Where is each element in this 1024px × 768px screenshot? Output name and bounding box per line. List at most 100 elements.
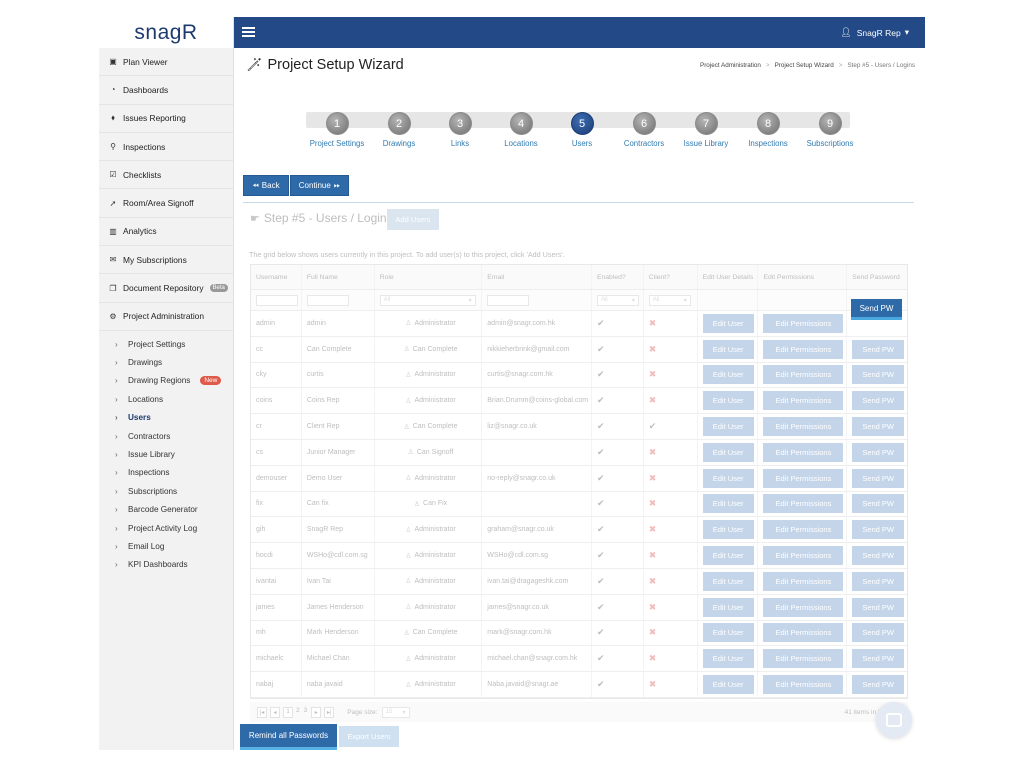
page-number[interactable]: 1 <box>283 706 293 718</box>
page-number[interactable]: 2 <box>296 707 300 718</box>
snagr-logo[interactable]: snagR <box>99 17 233 48</box>
user-menu-dropdown[interactable]: 👤︎ SnagR Rep ▾ <box>840 27 909 38</box>
edit-user-button[interactable]: Edit User <box>702 339 754 359</box>
page-number[interactable]: 3 <box>304 707 308 718</box>
edit-permissions-button[interactable]: Edit Permissions <box>763 417 844 437</box>
column-header[interactable]: Enabled? <box>592 265 644 289</box>
wizard-step-contractors[interactable]: 6 Contractors <box>609 112 679 148</box>
edit-user-button[interactable]: Edit User <box>702 623 754 643</box>
edit-permissions-button[interactable]: Edit Permissions <box>763 365 844 385</box>
remind-all-passwords-button[interactable]: Remind all Passwords <box>240 724 337 750</box>
edit-permissions-button[interactable]: Edit Permissions <box>763 546 844 566</box>
sidebar-subitem-contractors[interactable]: › Contractors <box>99 427 233 445</box>
sidebar-subitem-issue-library[interactable]: › Issue Library <box>99 445 233 463</box>
edit-user-button[interactable]: Edit User <box>702 675 754 695</box>
edit-permissions-button[interactable]: Edit Permissions <box>763 520 844 540</box>
send-pw-button[interactable]: Send PW <box>852 546 905 566</box>
edit-user-button[interactable]: Edit User <box>702 649 754 669</box>
edit-permissions-button[interactable]: Edit Permissions <box>763 623 844 643</box>
send-pw-button[interactable]: Send PW <box>852 675 905 695</box>
edit-user-button[interactable]: Edit User <box>702 442 754 462</box>
chat-launcher-icon[interactable] <box>876 702 912 738</box>
send-pw-button[interactable]: Send PW <box>852 649 905 669</box>
wizard-step-users[interactable]: 5 Users <box>547 112 617 148</box>
sidebar-item-plan-viewer[interactable]: ▣ Plan Viewer <box>99 48 233 77</box>
column-header[interactable]: Username <box>251 265 302 289</box>
export-users-button[interactable]: Export Users <box>339 726 399 747</box>
next-page-icon[interactable]: ▸ <box>311 706 322 718</box>
edit-user-button[interactable]: Edit User <box>702 597 754 617</box>
page-size-select[interactable]: 15 ▾ <box>381 706 410 718</box>
sidebar-subitem-kpi-dashboards[interactable]: › KPI Dashboards <box>99 556 233 574</box>
edit-permissions-button[interactable]: Edit Permissions <box>763 442 844 462</box>
sidebar-subitem-drawings[interactable]: › Drawings <box>99 353 233 371</box>
continue-button[interactable]: Continue ⏩︎ <box>290 175 349 196</box>
sidebar-item-my-subscriptions[interactable]: ✉ My Subscriptions <box>99 246 233 275</box>
edit-permissions-button[interactable]: Edit Permissions <box>763 571 844 591</box>
add-users-button[interactable]: Add Users <box>387 209 439 230</box>
sidebar-item-document-repository[interactable]: ❐ Document Repository Beta <box>99 274 233 303</box>
edit-user-button[interactable]: Edit User <box>702 313 754 333</box>
send-pw-button[interactable]: Send PW <box>852 442 905 462</box>
edit-user-button[interactable]: Edit User <box>702 391 754 411</box>
sidebar-subitem-email-log[interactable]: › Email Log <box>99 537 233 555</box>
column-header[interactable]: Full Name <box>302 265 375 289</box>
sidebar-subitem-users[interactable]: › Users <box>99 409 233 427</box>
wizard-step-subscriptions[interactable]: 9 Subscriptions <box>795 112 865 148</box>
edit-user-button[interactable]: Edit User <box>702 417 754 437</box>
prev-page-icon[interactable]: ◂ <box>270 706 280 718</box>
filter-input[interactable] <box>487 294 530 306</box>
sidebar-item-room-area-signoff[interactable]: ➚ Room/Area Signoff <box>99 189 233 218</box>
edit-permissions-button[interactable]: Edit Permissions <box>763 339 844 359</box>
edit-permissions-button[interactable]: Edit Permissions <box>763 649 844 669</box>
send-pw-button[interactable]: Send PW <box>852 597 905 617</box>
sidebar-subitem-barcode-generator[interactable]: › Barcode Generator <box>99 500 233 518</box>
edit-user-button[interactable]: Edit User <box>702 468 754 488</box>
wizard-step-inspections[interactable]: 8 Inspections <box>733 112 803 148</box>
wizard-step-project-settings[interactable]: 1 Project Settings <box>302 112 372 148</box>
sidebar-item-inspections[interactable]: ⚲ Inspections <box>99 133 233 162</box>
send-pw-button[interactable]: Send PW <box>852 494 905 514</box>
send-pw-button-active[interactable]: Send PW <box>851 299 902 320</box>
edit-permissions-button[interactable]: Edit Permissions <box>763 468 844 488</box>
wizard-step-links[interactable]: 3 Links <box>425 112 495 148</box>
filter-select[interactable]: All ▾ <box>379 294 476 306</box>
column-header[interactable]: Send Password <box>847 265 907 289</box>
sidebar-subitem-locations[interactable]: › Locations <box>99 390 233 408</box>
sidebar-subitem-inspections[interactable]: › Inspections <box>99 464 233 482</box>
send-pw-button[interactable]: Send PW <box>852 417 905 437</box>
column-header[interactable]: Client? <box>644 265 698 289</box>
wizard-step-issue-library[interactable]: 7 Issue Library <box>671 112 741 148</box>
edit-permissions-button[interactable]: Edit Permissions <box>763 597 844 617</box>
edit-permissions-button[interactable]: Edit Permissions <box>763 675 844 695</box>
breadcrumb-item-setup-wizard[interactable]: Project Setup Wizard <box>775 62 834 69</box>
edit-permissions-button[interactable]: Edit Permissions <box>763 313 844 333</box>
send-pw-button[interactable]: Send PW <box>852 520 905 540</box>
column-header[interactable]: Edit Permissions <box>758 265 848 289</box>
filter-input[interactable] <box>306 294 349 306</box>
filter-input[interactable] <box>256 294 298 306</box>
send-pw-button[interactable]: Send PW <box>852 365 905 385</box>
breadcrumb-item-project-administration[interactable]: Project Administration <box>700 62 761 69</box>
filter-select[interactable]: All ▾ <box>648 294 691 306</box>
sidebar-item-checklists[interactable]: ☑ Checklists <box>99 161 233 190</box>
wizard-step-drawings[interactable]: 2 Drawings <box>364 112 434 148</box>
edit-user-button[interactable]: Edit User <box>702 546 754 566</box>
sidebar-item-analytics[interactable]: ▥ Analytics <box>99 218 233 247</box>
send-pw-button[interactable]: Send PW <box>852 623 905 643</box>
sidebar-subitem-project-activity-log[interactable]: › Project Activity Log <box>99 519 233 537</box>
wizard-step-locations[interactable]: 4 Locations <box>486 112 556 148</box>
first-page-icon[interactable]: |◂ <box>257 706 267 718</box>
sidebar-item-dashboards[interactable]: ◔ Dashboards <box>99 76 233 105</box>
filter-select[interactable]: All ▾ <box>596 294 639 306</box>
sidebar-item-project-administration[interactable]: ⚙ Project Administration <box>99 303 233 331</box>
hamburger-menu-icon[interactable] <box>242 27 255 37</box>
column-header[interactable]: Email <box>482 265 592 289</box>
column-header[interactable]: Role <box>375 265 483 289</box>
send-pw-button[interactable]: Send PW <box>852 339 905 359</box>
edit-permissions-button[interactable]: Edit Permissions <box>763 494 844 514</box>
sidebar-subitem-project-settings[interactable]: › Project Settings <box>99 335 233 353</box>
sidebar-subitem-drawing-regions[interactable]: › Drawing Regions New <box>99 372 233 390</box>
send-pw-button[interactable]: Send PW <box>852 571 905 591</box>
column-header[interactable]: Edit User Details <box>698 265 759 289</box>
